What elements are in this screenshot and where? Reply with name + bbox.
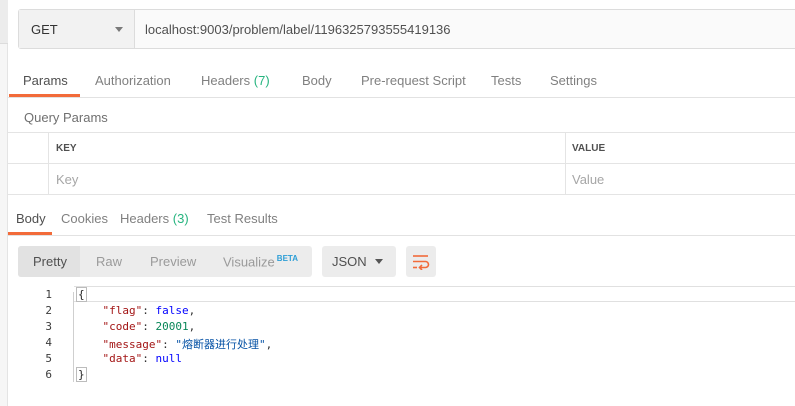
tab-tests-label: Tests (491, 73, 522, 88)
row-checkbox-cell (8, 164, 49, 195)
line-number: 6 (45, 368, 52, 381)
tab-response-headers-count: (3) (172, 211, 189, 226)
close-brace: } (76, 367, 87, 382)
line-number: 5 (45, 352, 52, 365)
tab-test-results[interactable]: Test Results (207, 211, 278, 226)
key-placeholder: Key (56, 172, 79, 187)
tab-response-headers-label: Headers (120, 211, 170, 226)
json-value: false (155, 304, 189, 317)
key-header-label: KEY (56, 143, 77, 154)
code-line: "code": 20001, (102, 320, 196, 333)
json-key: "message" (102, 338, 163, 351)
tab-response-body[interactable]: Body (16, 211, 46, 226)
value-placeholder: Value (572, 172, 605, 187)
tab-settings-label: Settings (550, 73, 597, 88)
code-line: "message": "熔断器进行处理", (102, 338, 273, 351)
url-input[interactable]: localhost:9003/problem/label/11963257935… (135, 10, 795, 48)
response-tabs: Body Cookies Headers (3) Test Results (8, 196, 795, 236)
chevron-down-icon (375, 259, 383, 264)
tab-pre-request-script-label: Pre-request Script (361, 73, 466, 88)
raw-button[interactable]: Raw (96, 254, 122, 269)
tab-params[interactable]: Params (23, 73, 68, 88)
pretty-button[interactable]: Pretty (33, 254, 67, 269)
tab-settings[interactable]: Settings (550, 73, 597, 88)
key-input[interactable]: Key (49, 164, 566, 195)
view-mode-group: Pretty Raw Preview Visualize BETA (18, 246, 312, 277)
json-comma: , (188, 320, 196, 333)
visualize-label: Visualize (223, 254, 275, 270)
value-header-label: VALUE (572, 143, 606, 154)
request-url-bar: GET localhost:9003/problem/label/1196325… (18, 9, 795, 49)
fold-guide (73, 292, 74, 382)
code-line: "flag": false, (102, 304, 196, 317)
open-brace: { (76, 287, 87, 302)
request-tabs: Params Authorization Headers (7) Body Pr… (8, 66, 795, 98)
tab-response-headers[interactable]: Headers (3) (120, 211, 189, 226)
code-line: } (76, 367, 87, 382)
value-column-header: VALUE (566, 133, 795, 164)
json-value: null (155, 352, 183, 365)
tab-test-results-label: Test Results (207, 211, 278, 226)
tab-body[interactable]: Body (302, 73, 332, 88)
tab-response-body-label: Body (16, 211, 46, 226)
json-key: "code" (102, 320, 143, 333)
sidebar-edge (0, 0, 8, 406)
json-comma: , (188, 304, 196, 317)
tab-headers-count: (7) (253, 73, 270, 88)
code-line: "data": null (102, 352, 183, 365)
wrap-lines-icon (413, 255, 430, 270)
json-key: "data" (102, 352, 143, 365)
tab-cookies[interactable]: Cookies (61, 211, 108, 226)
tab-cookies-label: Cookies (61, 211, 108, 226)
value-input[interactable]: Value (566, 164, 795, 195)
json-value: "熔断器进行处理" (175, 338, 266, 351)
json-comma: , (265, 338, 273, 351)
method-select[interactable]: GET (19, 10, 135, 48)
visualize-button[interactable]: Visualize BETA (223, 254, 298, 269)
key-column-header: KEY (49, 133, 566, 164)
method-label: GET (31, 21, 58, 37)
line-number: 3 (45, 320, 52, 333)
table-header-row: KEY VALUE (8, 133, 795, 164)
line-number-gutter: 1 2 3 4 5 6 (8, 284, 70, 406)
beta-badge: BETA (276, 254, 298, 263)
json-value: 20001 (155, 320, 189, 333)
line-number: 1 (45, 288, 52, 301)
active-tab-indicator (9, 94, 80, 97)
line-number: 4 (45, 336, 52, 349)
json-key: "flag" (102, 304, 143, 317)
chevron-down-icon (115, 27, 123, 32)
tab-headers[interactable]: Headers (7) (201, 73, 270, 88)
query-params-title: Query Params (24, 110, 108, 125)
code-line: { (76, 287, 87, 302)
tab-headers-label: Headers (201, 73, 251, 88)
format-label: JSON (332, 254, 367, 269)
tab-authorization[interactable]: Authorization (95, 73, 171, 88)
tab-pre-request-script[interactable]: Pre-request Script (361, 73, 466, 88)
sidebar-edge-top (0, 0, 8, 44)
url-value: localhost:9003/problem/label/11963257935… (145, 21, 451, 37)
tab-body-label: Body (302, 73, 332, 88)
tab-tests[interactable]: Tests (491, 73, 521, 88)
line-number: 2 (45, 304, 52, 317)
active-response-tab-indicator (8, 232, 52, 235)
checkbox-column-header (8, 133, 49, 164)
query-params-table: KEY VALUE Key Value (8, 132, 795, 195)
tab-authorization-label: Authorization (95, 73, 171, 88)
preview-button[interactable]: Preview (150, 254, 196, 269)
response-body-editor[interactable]: 1 2 3 4 5 6 { "flag": false, "code": 200… (8, 284, 795, 406)
table-row: Key Value (8, 164, 795, 195)
active-line-highlight (74, 286, 795, 302)
wrap-lines-button[interactable] (406, 246, 436, 277)
format-select[interactable]: JSON (322, 246, 396, 277)
tab-params-label: Params (23, 73, 68, 88)
